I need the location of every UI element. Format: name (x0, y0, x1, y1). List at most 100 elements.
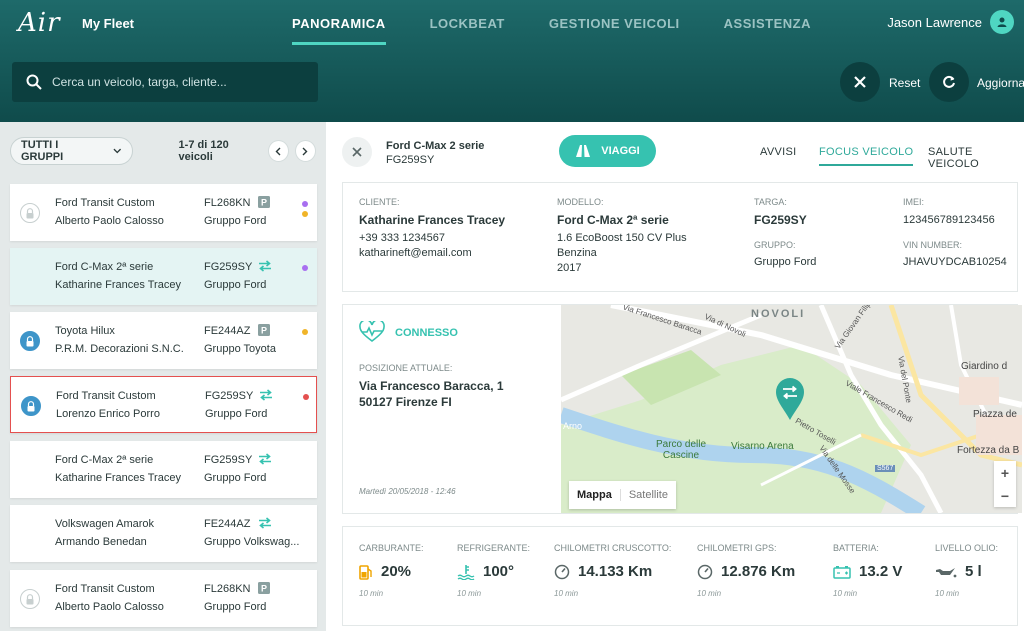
speedometer-icon (554, 564, 570, 579)
oil-icon (936, 567, 957, 577)
metric-time: 10 min (359, 589, 384, 598)
map-mode-button[interactable]: Mappa (569, 489, 620, 501)
nav-lockbeat[interactable]: LOCKBEAT (430, 16, 505, 31)
status-dot (302, 329, 308, 335)
prev-page-button[interactable] (267, 140, 289, 162)
vehicle-group: Gruppo Toyota (204, 343, 276, 355)
position-timestamp: Martedì 20/05/2018 - 12:46 (359, 487, 456, 496)
refresh-button[interactable] (929, 62, 969, 102)
modello-name: Ford C-Max 2ª serie (557, 213, 669, 227)
address-line2: 50127 Firenze FI (359, 395, 452, 409)
metric-value: 20% (359, 563, 411, 580)
user-menu[interactable]: Jason Lawrence (887, 10, 1014, 34)
close-icon (352, 147, 362, 157)
road-icon (576, 145, 591, 157)
vehicle-group: Gruppo Ford (204, 215, 267, 227)
swap-icon (258, 452, 272, 470)
top-bar: Air My Fleet PANORAMICA LOCKBEAT GESTION… (0, 0, 1024, 122)
metric-label: REFRIGERANTE: (457, 543, 531, 553)
cliente-email[interactable]: katharineft@email.com (359, 246, 472, 261)
vehicle-plate: FG259SY (204, 261, 253, 273)
metric-label: CHILOMETRI GPS: (697, 543, 777, 553)
swap-icon (258, 259, 272, 277)
battery-icon (833, 565, 851, 579)
parking-icon: P (258, 195, 270, 213)
position-card: CONNESSO POSIZIONE ATTUALE: Via Francesc… (342, 304, 1022, 514)
vin-value: JHAVUYDCAB10254 (903, 256, 1007, 268)
close-detail-button[interactable] (342, 137, 372, 167)
vehicle-list-item[interactable]: Toyota Hilux P.R.M. Decorazioni S.N.C. F… (10, 312, 317, 369)
gruppo-label: GRUPPO: (754, 240, 796, 250)
reset-label[interactable]: Reset (889, 76, 920, 90)
metric-value: 100° (457, 563, 514, 580)
detail-title: Ford C-Max 2 serie (386, 140, 485, 152)
vehicle-plate: FE244AZ (204, 518, 251, 530)
vehicle-plate: FE244AZ (204, 325, 251, 337)
next-page-button[interactable] (294, 140, 316, 162)
list-header: TUTTI I GRUPPI 1-7 di 120 veicoli (0, 122, 326, 180)
vehicle-list-item[interactable]: Ford C-Max 2ª serie Katharine Frances Tr… (10, 441, 317, 498)
vehicle-group: Gruppo Ford (204, 279, 267, 291)
vehicle-detail-panel: Ford C-Max 2 serie FG259SY VIAGGI AVVISI… (326, 122, 1024, 631)
vehicle-group: Gruppo Ford (204, 601, 267, 613)
metric-label: BATTERIA: (833, 543, 879, 553)
search-icon (26, 74, 42, 90)
modello-engine: 1.6 EcoBoost 150 CV Plus (557, 232, 687, 244)
heartbeat-icon (359, 321, 385, 343)
vehicle-plate: FL268KN (204, 197, 251, 209)
address-line1: Via Francesco Baracca, 1 (359, 379, 504, 393)
map-type-toggle: Mappa Satellite (569, 481, 676, 509)
parking-icon: P (258, 323, 270, 341)
user-name: Jason Lawrence (887, 14, 982, 30)
satellite-mode-button[interactable]: Satellite (619, 489, 676, 501)
metric-value: 12.876 Km (697, 563, 795, 580)
reset-button[interactable] (840, 62, 880, 102)
vehicle-list-item[interactable]: Ford Transit Custom Lorenzo Enrico Porro… (10, 376, 317, 433)
position-label: POSIZIONE ATTUALE: (359, 363, 453, 373)
imei-label: IMEI: (903, 197, 925, 207)
gruppo-value: Gruppo Ford (754, 256, 817, 268)
lock-icon (20, 589, 40, 609)
metric-value: 14.133 Km (554, 563, 652, 580)
status-dot (302, 211, 308, 217)
cliente-phone: +39 333 1234567 (359, 232, 445, 244)
search-input[interactable] (52, 75, 302, 89)
air-logo[interactable]: Air (18, 8, 61, 38)
nav-panoramica[interactable]: PANORAMICA (292, 16, 386, 45)
vehicle-list-item[interactable]: Ford Transit Custom Alberto Paolo Caloss… (10, 184, 317, 241)
metric-time: 10 min (457, 589, 482, 598)
vehicle-owner: Katharine Frances Tracey (55, 472, 181, 484)
trips-button[interactable]: VIAGGI (559, 135, 656, 167)
tab-avvisi[interactable]: AVVISI (760, 146, 796, 158)
vehicle-model: Ford C-Max 2ª serie (55, 454, 154, 466)
fuel-icon (359, 564, 372, 580)
vehicle-list-item[interactable]: Volkswagen Amarok Armando Benedan FE244A… (10, 505, 317, 562)
tab-salute-veicolo[interactable]: SALUTE VEICOLO (928, 146, 1024, 170)
swap-icon (259, 388, 273, 406)
zoom-in-button[interactable]: + (1001, 465, 1009, 481)
refresh-label[interactable]: Aggiorna (977, 76, 1024, 90)
map-label: Piazza de (973, 409, 1017, 420)
vehicle-map-marker-icon[interactable] (775, 377, 805, 421)
vehicle-list-item[interactable]: Ford C-Max 2ª serie Katharine Frances Tr… (10, 248, 317, 305)
user-avatar-icon (990, 10, 1014, 34)
nav-assistenza[interactable]: ASSISTENZA (724, 16, 811, 31)
metric-time: 10 min (935, 589, 960, 598)
metric-label: LIVELLO OLIO: (935, 543, 999, 553)
map-label: NOVOLI (751, 308, 806, 320)
nav-gestione-veicoli[interactable]: GESTIONE VEICOLI (549, 16, 680, 31)
map-label: Fortezza da B (957, 445, 1020, 456)
metric-value: 5 l (935, 563, 982, 580)
map-view[interactable]: NOVOLI Via Francesco Baracca Via di Novo… (561, 305, 1022, 513)
vehicle-list-item[interactable]: Ford Transit Custom Alberto Paolo Caloss… (10, 570, 317, 627)
modello-label: MODELLO: (557, 197, 604, 207)
lock-icon (21, 396, 41, 416)
zoom-out-button[interactable]: − (1001, 488, 1009, 504)
tab-focus-veicolo[interactable]: FOCUS VEICOLO (819, 146, 914, 166)
vehicle-model: Toyota Hilux (55, 325, 115, 337)
status-dot (303, 394, 309, 400)
metric-label: CHILOMETRI CRUSCOTTO: (554, 543, 672, 553)
lock-icon (20, 331, 40, 351)
group-filter-select[interactable]: TUTTI I GRUPPI (10, 137, 133, 165)
cliente-label: CLIENTE: (359, 197, 400, 207)
